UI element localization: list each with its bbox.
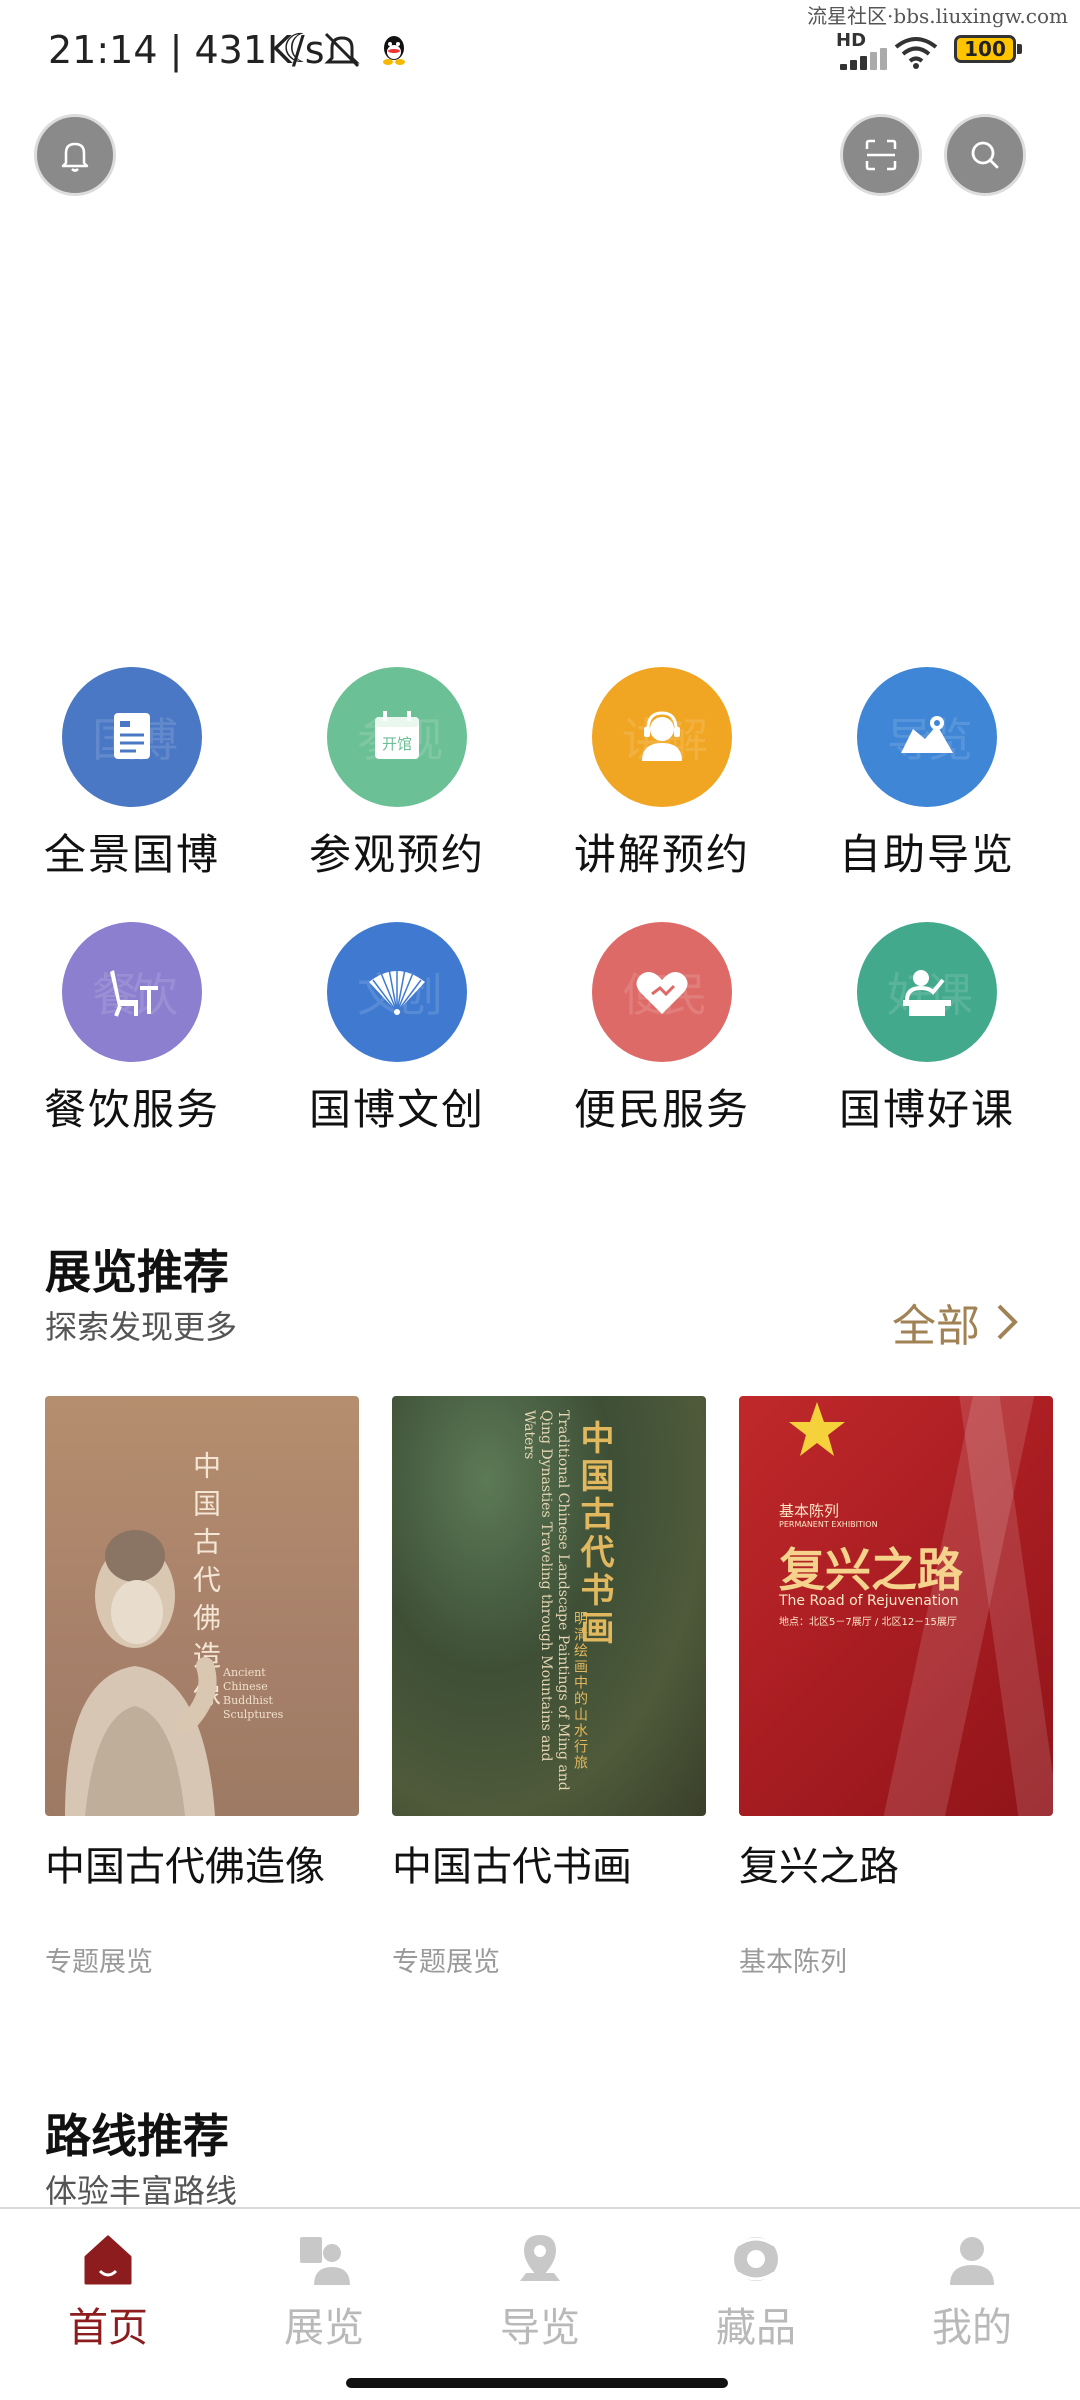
exhibition-type: 专题展览	[392, 1947, 500, 1978]
scan-button[interactable]	[840, 114, 922, 196]
notification-button[interactable]	[34, 114, 116, 196]
service-icon-circle: 参观 开馆	[327, 667, 467, 807]
wifi-icon	[894, 37, 938, 69]
guide-person-icon	[642, 711, 682, 761]
poster-title: 复兴之路	[779, 1543, 963, 1597]
profile-icon	[950, 2237, 994, 2285]
exhibition-section-title: 展览推荐	[45, 1245, 229, 1299]
home-indicator[interactable]	[346, 2378, 728, 2388]
nav-profile[interactable]: 我的	[892, 2231, 1052, 2353]
nav-label: 导览	[500, 2305, 580, 2351]
battery-indicator: 100	[954, 35, 1022, 63]
nav-guide[interactable]: 导览	[460, 2231, 620, 2353]
service-panorama[interactable]: 国博 全景国博	[17, 667, 247, 882]
location-pin-icon	[520, 2235, 560, 2281]
mute-icon	[324, 32, 360, 68]
nav-label: 展览	[284, 2305, 364, 2351]
service-visit-booking[interactable]: 参观 开馆 参观预约	[282, 667, 512, 882]
route-section-subtitle: 体验丰富路线	[45, 2172, 238, 2210]
poster-series: 基本陈列	[779, 1502, 840, 1520]
exhibition-card-painting[interactable]: Traditional Chinese Landscape Paintings …	[392, 1396, 706, 1979]
scan-icon	[865, 139, 897, 171]
service-label: 餐饮服务	[43, 1085, 220, 1134]
service-label: 便民服务	[573, 1085, 750, 1134]
chevron-right-icon	[997, 1304, 1018, 1340]
nav-label: 藏品	[716, 2305, 796, 2351]
service-icon-circle: 便民	[592, 922, 732, 1062]
service-courses[interactable]: 好课 国博好课	[812, 922, 1042, 1137]
heart-hands-icon	[636, 972, 688, 1014]
nav-collection[interactable]: 藏品	[676, 2231, 836, 2353]
map-icon	[901, 716, 953, 753]
route-section-title: 路线推荐	[45, 2109, 229, 2163]
calendar-badge: 开馆	[382, 735, 412, 753]
nav-label: 首页	[68, 2305, 148, 2351]
service-label: 国博文创	[308, 1085, 485, 1134]
qq-icon	[383, 36, 405, 65]
collection-icon	[734, 2237, 778, 2281]
exhibition-icon	[300, 2237, 350, 2285]
poster-series-en: PERMANENT EXHIBITION	[779, 1520, 878, 1529]
star-icon	[789, 1402, 845, 1456]
service-icon-circle: 文创	[327, 922, 467, 1062]
nav-home[interactable]: 首页	[28, 2231, 188, 2353]
exhibition-type: 基本陈列	[739, 1947, 847, 1978]
exhibition-section-subtitle: 探索发现更多	[45, 1308, 238, 1346]
service-label: 国博好课	[838, 1085, 1015, 1134]
service-label: 全景国博	[43, 830, 220, 879]
poster-subtitle: 明清绘画中的山水行旅	[572, 1611, 588, 1771]
service-icon-circle: 国博	[62, 667, 202, 807]
bottom-navigation: 首页 展览 导览 藏品 我的	[0, 2207, 1080, 2400]
battery-level: 100	[964, 37, 1006, 61]
poster-english: Traditional Chinese Landscape Paintings …	[521, 1410, 571, 1791]
nav-label: 我的	[932, 2305, 1012, 2351]
search-button[interactable]	[944, 114, 1026, 196]
service-self-guide[interactable]: 导览 自助导览	[812, 667, 1042, 882]
document-icon	[114, 713, 150, 759]
exhibition-type: 专题展览	[45, 1947, 153, 1978]
exhibition-poster: 基本陈列 PERMANENT EXHIBITION 复兴之路 The Road …	[739, 1396, 1053, 1816]
bell-icon	[61, 142, 89, 172]
nav-exhibition[interactable]: 展览	[244, 2231, 404, 2353]
moon-icon: ☾	[282, 26, 318, 72]
service-icon-circle: 讲解	[592, 667, 732, 807]
fan-icon	[369, 968, 425, 1015]
watermark-text: 流星社区·bbs.liuxingw.com	[807, 4, 1068, 28]
poster-location: 地点：北区5－7展厅 / 北区12－15展厅	[779, 1617, 957, 1628]
service-label: 参观预约	[308, 830, 485, 879]
service-dining[interactable]: 餐饮 餐饮服务	[17, 922, 247, 1137]
service-label: 讲解预约	[573, 830, 750, 879]
exhibition-name: 中国古代佛造像	[45, 1844, 325, 1890]
service-icon-circle: 餐饮	[62, 922, 202, 1062]
buddha-statue-image	[65, 1530, 217, 1816]
calendar-open-icon: 开馆	[375, 711, 419, 759]
view-all-label: 全部	[892, 1301, 980, 1352]
search-icon	[971, 141, 999, 169]
signal-icon	[840, 48, 888, 70]
exhibition-poster: Traditional Chinese Landscape Paintings …	[392, 1396, 706, 1816]
service-convenience[interactable]: 便民 便民服务	[547, 922, 777, 1137]
service-icon-circle: 好课	[857, 922, 997, 1062]
service-guide-booking[interactable]: 讲解 讲解预约	[547, 667, 777, 882]
dining-chair-icon	[110, 970, 158, 1017]
exhibition-card-buddhist[interactable]: 中国古代佛造像 Ancient Chinese Buddhist Sculptu…	[45, 1396, 359, 1979]
status-bar: 21:14 | 431K/s ☾ 流星社区·bbs.liuxingw.com H…	[0, 0, 1080, 100]
home-icon	[84, 2235, 132, 2285]
exhibition-name: 复兴之路	[739, 1844, 899, 1890]
poster-english: The Road of Rejuvenation	[779, 1593, 959, 1609]
lecture-icon	[903, 970, 951, 1016]
exhibition-name: 中国古代书画	[392, 1844, 632, 1890]
exhibition-card-rejuvenation[interactable]: 基本陈列 PERMANENT EXHIBITION 复兴之路 The Road …	[739, 1396, 1053, 1979]
view-all-exhibitions-link[interactable]: 全部	[892, 1290, 1020, 1354]
service-label: 自助导览	[838, 830, 1015, 879]
exhibition-poster: 中国古代佛造像 Ancient Chinese Buddhist Sculptu…	[45, 1396, 359, 1816]
service-cultural-products[interactable]: 文创 国博文创	[282, 922, 512, 1137]
service-icon-circle: 导览	[857, 667, 997, 807]
